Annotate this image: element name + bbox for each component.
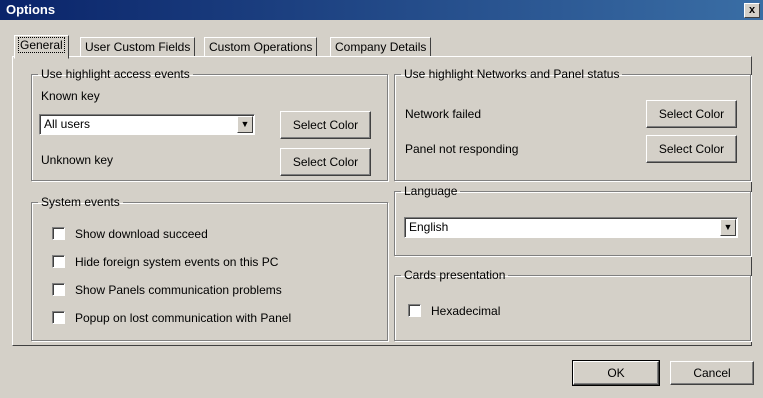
tab-general[interactable]: General [14,35,69,59]
tab-custom-operations[interactable]: Custom Operations [204,37,318,57]
dropdown-arrow-icon[interactable]: ▼ [237,116,253,133]
close-button[interactable]: x [744,3,760,18]
known-key-label: Known key [41,89,100,103]
users-combo-value: All users [44,117,91,131]
show-download-succeed-label: Show download succeed [75,227,208,241]
hexadecimal-label: Hexadecimal [431,304,501,318]
tab-company-details[interactable]: Company Details [330,37,432,57]
hide-foreign-events-label: Hide foreign system events on this PC [75,255,279,269]
ok-button[interactable]: OK [572,360,660,386]
users-combo[interactable]: All users ▼ [39,114,255,135]
window-title: Options [6,2,56,17]
popup-lost-comm-checkbox[interactable] [52,311,65,324]
access-events-legend: Use highlight access events [41,67,190,81]
network-failed-select-color-button[interactable]: Select Color [646,100,737,128]
known-key-select-color-button[interactable]: Select Color [280,111,371,139]
network-failed-label: Network failed [405,107,482,121]
show-panels-comm-problems-label: Show Panels communication problems [75,283,282,297]
tab-panel-general: Use highlight access events Known key Al… [12,56,752,346]
unknown-key-label: Unknown key [41,153,114,167]
network-status-legend: Use highlight Networks and Panel status [404,67,620,81]
panel-not-responding-select-color-button[interactable]: Select Color [646,135,737,163]
title-bar: Options x [0,0,763,20]
hide-foreign-events-checkbox[interactable] [52,255,65,268]
dropdown-arrow-icon[interactable]: ▼ [720,219,736,236]
system-events-legend: System events [41,195,120,209]
panel-not-responding-label: Panel not responding [405,142,519,156]
tab-user-custom-fields[interactable]: User Custom Fields [80,37,196,57]
language-legend: Language [404,184,458,198]
unknown-key-select-color-button[interactable]: Select Color [280,148,371,176]
hexadecimal-checkbox[interactable] [408,304,421,317]
cards-presentation-legend: Cards presentation [404,268,506,282]
language-combo-value: English [409,220,449,234]
popup-lost-comm-label: Popup on lost communication with Panel [75,311,292,325]
show-panels-comm-problems-checkbox[interactable] [52,283,65,296]
language-combo[interactable]: English ▼ [404,217,738,238]
cancel-button[interactable]: Cancel [670,361,754,385]
show-download-succeed-checkbox[interactable] [52,227,65,240]
